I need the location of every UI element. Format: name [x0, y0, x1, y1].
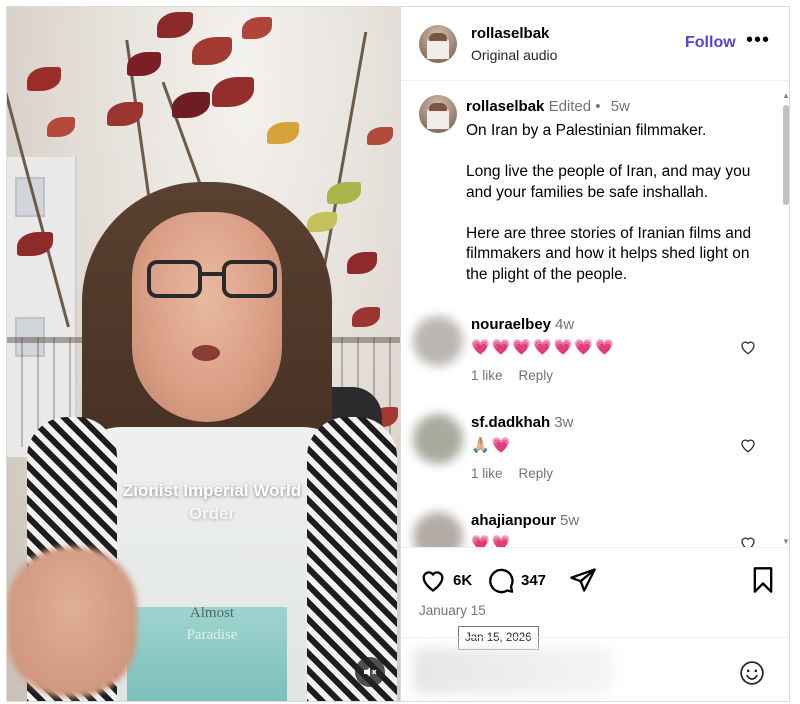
person-face: [132, 212, 282, 422]
comments-scrollbar[interactable]: ▲ ▼: [781, 87, 789, 552]
post-modal: Almost Paradise Zionist Imperial World O…: [6, 6, 790, 702]
post-caption: On Iran by a Palestinian filmmaker. Long…: [466, 121, 766, 306]
scroll-down-arrow-icon[interactable]: ▼: [782, 537, 789, 546]
caption-paragraph: Here are three stories of Iranian films …: [466, 224, 752, 283]
mute-button[interactable]: [355, 657, 385, 687]
commenter-username[interactable]: nouraelbey: [471, 316, 551, 333]
comment-count[interactable]: 347: [521, 572, 546, 589]
comment-text: 💗💗: [471, 535, 513, 547]
edited-label: Edited: [548, 98, 592, 115]
comment-bubble-icon[interactable]: [487, 566, 515, 594]
post-author-username[interactable]: rollaselbak: [466, 98, 544, 115]
commenter-avatar[interactable]: [413, 316, 463, 366]
emoji-smiley-icon[interactable]: [739, 660, 765, 686]
more-options-icon[interactable]: •••: [746, 30, 770, 50]
comment-age: 4w: [555, 316, 575, 333]
caption-paragraph: Long live the people of Iran, and may yo…: [466, 163, 751, 201]
comment-item: nouraelbey 4w 💗💗💗💗💗💗💗 1 like Reply: [401, 312, 789, 412]
post-panel: rollaselbak Original audio Follow ••• ro…: [400, 7, 789, 701]
glasses-left-lens: [147, 260, 202, 298]
comment-text: 🙏🏼💗: [471, 437, 513, 454]
caption-paragraph: On Iran by a Palestinian filmmaker.: [466, 122, 707, 139]
speaker-muted-icon: [364, 667, 377, 677]
follow-button[interactable]: Follow: [685, 34, 736, 52]
caption-line1: Zionist Imperial World: [122, 481, 302, 500]
comments-list[interactable]: rollaselbak Edited • 5w On Iran by a Pal…: [401, 82, 789, 547]
person-mouth: [192, 345, 220, 361]
video-caption: Zionist Imperial World Order: [67, 479, 357, 525]
comment-item: ahajianpour 5w 💗💗: [401, 508, 789, 547]
audio-link[interactable]: Original audio: [471, 47, 557, 63]
author-username[interactable]: rollaselbak: [471, 25, 549, 42]
caption-line2: Order: [188, 504, 236, 523]
scroll-up-arrow-icon[interactable]: ▲: [782, 91, 789, 100]
shirt-text-line1: Almost: [189, 605, 235, 621]
post-date[interactable]: January 15: [419, 603, 486, 618]
post-actions: 6K 347 January 15 Jan 15, 2026: [401, 547, 789, 650]
commenter-avatar[interactable]: [413, 512, 463, 547]
commenter-username[interactable]: ahajianpour: [471, 512, 556, 529]
post-author-avatar[interactable]: [419, 95, 457, 133]
scroll-thumb[interactable]: [783, 105, 789, 205]
add-comment-bar: [401, 637, 789, 701]
shirt-text-line2: Paradise: [186, 627, 238, 643]
comment-like-count[interactable]: 1 like: [471, 466, 503, 481]
reply-button[interactable]: Reply: [519, 466, 554, 481]
comment-input[interactable]: [413, 648, 613, 694]
post-caption-header: rollaselbak Edited • 5w: [466, 98, 630, 115]
share-paper-plane-icon[interactable]: [569, 566, 597, 594]
glasses-right-lens: [222, 260, 277, 298]
reply-button[interactable]: Reply: [519, 368, 554, 383]
like-heart-icon[interactable]: [419, 566, 447, 594]
heart-icon[interactable]: [739, 436, 757, 454]
comment-age: 5w: [560, 512, 580, 529]
reel-video[interactable]: Almost Paradise Zionist Imperial World O…: [7, 7, 400, 701]
bookmark-icon[interactable]: [749, 566, 777, 594]
post-header: rollaselbak Original audio Follow •••: [401, 7, 789, 81]
comment-item: sf.dadkhah 3w 🙏🏼💗 1 like Reply: [401, 410, 789, 510]
comment-age: 3w: [554, 414, 574, 431]
person-hand: [7, 547, 137, 697]
comment-text: 💗💗💗💗💗💗💗: [471, 339, 616, 356]
commenter-avatar[interactable]: [413, 414, 463, 464]
commenter-username[interactable]: sf.dadkhah: [471, 414, 550, 431]
heart-icon[interactable]: [739, 534, 757, 547]
like-count[interactable]: 6K: [453, 572, 472, 589]
post-age: 5w: [610, 98, 630, 115]
comment-like-count[interactable]: 1 like: [471, 368, 503, 383]
author-avatar[interactable]: [419, 25, 457, 63]
scarf-right: [307, 417, 397, 701]
heart-icon[interactable]: [739, 338, 757, 356]
